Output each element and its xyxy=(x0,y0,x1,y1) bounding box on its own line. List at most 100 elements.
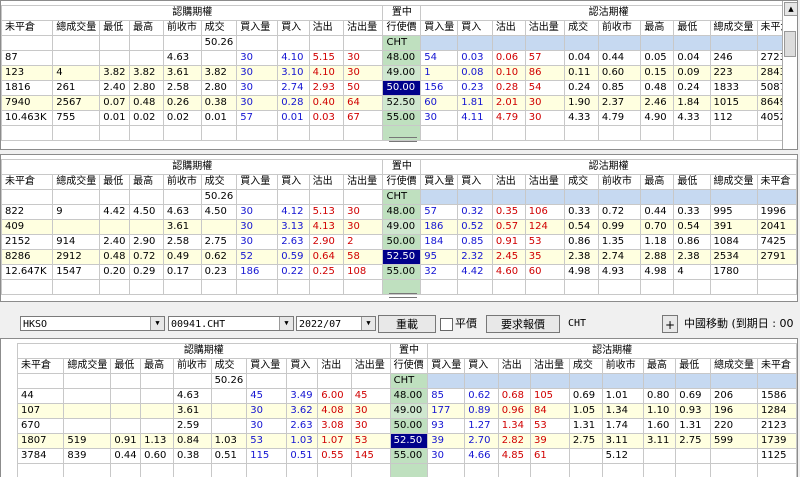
cell-low[interactable]: 2.38 xyxy=(674,250,710,265)
cell-open-interest[interactable]: 44 xyxy=(18,389,64,404)
cell-prev-close[interactable]: 1.34 xyxy=(602,404,643,419)
cell-last[interactable]: 0.23 xyxy=(201,265,237,280)
table-row[interactable]: 10.463K7550.010.020.020.01570.010.036755… xyxy=(2,111,797,126)
cell-prev-close[interactable]: 1.01 xyxy=(602,389,643,404)
col-header-prev-close[interactable]: 前收市 xyxy=(598,21,641,36)
cell-ask[interactable]: 0.06 xyxy=(492,51,525,66)
col-header-prev-close[interactable]: 前收市 xyxy=(598,175,641,190)
cell-ask[interactable]: 2.93 xyxy=(309,81,344,96)
cell-total-volume[interactable]: 206 xyxy=(710,389,757,404)
cell-open-interest[interactable]: 12.647K xyxy=(2,265,53,280)
cell-strike[interactable]: 52.50 xyxy=(383,250,421,265)
col-header-ask-size[interactable]: 沽出量 xyxy=(525,21,564,36)
cell-total-volume[interactable]: 2912 xyxy=(53,250,100,265)
col-header-total-volume[interactable]: 總成交量 xyxy=(710,359,757,374)
splitter-grip[interactable] xyxy=(389,293,417,298)
col-header-strike[interactable]: 行使價 xyxy=(383,21,421,36)
cell-strike[interactable]: 49.00 xyxy=(383,66,421,81)
cell-ask[interactable]: 0.91 xyxy=(492,235,525,250)
col-header-bid[interactable]: 買入 xyxy=(458,175,493,190)
vertical-scrollbar[interactable]: ▲ xyxy=(782,1,797,149)
cell-last[interactable] xyxy=(569,449,602,464)
cell-prev-close[interactable]: 4.63 xyxy=(163,51,201,66)
col-header-strike[interactable]: 行使價 xyxy=(383,175,421,190)
cell-bid-size[interactable]: 45 xyxy=(247,389,287,404)
cell-ask-size[interactable]: 86 xyxy=(525,66,564,81)
cell-bid[interactable]: 0.23 xyxy=(458,81,493,96)
cell-ask[interactable]: 3.08 xyxy=(318,419,351,434)
cell-ask[interactable]: 0.96 xyxy=(498,404,530,419)
cell-low[interactable] xyxy=(111,404,141,419)
cell-prev-close[interactable]: 0.60 xyxy=(598,66,641,81)
cell-prev-close[interactable]: 0.44 xyxy=(598,51,641,66)
cell-total-volume[interactable]: 599 xyxy=(710,434,757,449)
cell-low[interactable]: 4.33 xyxy=(674,111,710,126)
cell-ask[interactable]: 6.00 xyxy=(318,389,351,404)
col-header-last[interactable]: 成交 xyxy=(211,359,247,374)
cell-ask-size[interactable]: 58 xyxy=(344,250,383,265)
col-header-bid[interactable]: 買入 xyxy=(278,21,309,36)
cell-last[interactable]: 0.86 xyxy=(565,235,599,250)
col-header-strike[interactable]: 行使價 xyxy=(390,359,428,374)
cell-low[interactable] xyxy=(100,220,130,235)
cell-ask[interactable]: 2.45 xyxy=(492,250,525,265)
cell-low[interactable]: 0.44 xyxy=(111,449,141,464)
col-header-bid-size[interactable]: 買入量 xyxy=(421,175,458,190)
chevron-down-icon[interactable]: ▼ xyxy=(150,317,164,330)
cell-bid[interactable]: 4.12 xyxy=(278,205,309,220)
col-header-prev-close[interactable]: 前收市 xyxy=(163,21,201,36)
cell-open-interest[interactable]: 1816 xyxy=(2,81,53,96)
cell-bid-size[interactable]: 30 xyxy=(237,205,278,220)
col-header-last[interactable]: 成交 xyxy=(569,359,602,374)
table-row[interactable]: 6702.59302.633.083050.00931.271.34531.31… xyxy=(18,419,797,434)
cell-ask[interactable]: 1.07 xyxy=(318,434,351,449)
cell-high[interactable]: 0.48 xyxy=(130,96,164,111)
cell-ask-size[interactable]: 57 xyxy=(525,51,564,66)
cell-bid[interactable]: 3.49 xyxy=(287,389,318,404)
cell-total-volume[interactable] xyxy=(53,51,100,66)
cell-open-interest[interactable]: 1586 xyxy=(757,389,796,404)
cell-bid[interactable]: 1.03 xyxy=(287,434,318,449)
cell-ask-size[interactable]: 60 xyxy=(525,265,564,280)
cell-bid-size[interactable]: 53 xyxy=(247,434,287,449)
cell-last[interactable]: 0.51 xyxy=(211,449,247,464)
col-header-bid-size[interactable]: 買入量 xyxy=(237,175,278,190)
cell-bid-size[interactable]: 186 xyxy=(237,265,278,280)
cell-high[interactable]: 0.15 xyxy=(641,66,674,81)
cell-ask[interactable]: 2.01 xyxy=(492,96,525,111)
cell-ask-size[interactable]: 30 xyxy=(525,96,564,111)
col-header-high[interactable]: 最高 xyxy=(141,359,174,374)
col-header-bid[interactable]: 買入 xyxy=(465,359,498,374)
cell-prev-close[interactable]: 0.02 xyxy=(163,111,201,126)
cell-last[interactable] xyxy=(201,220,237,235)
cell-open-interest[interactable]: 7940 xyxy=(2,96,53,111)
cell-ask[interactable]: 2.90 xyxy=(309,235,344,250)
cell-prev-close[interactable]: 3.61 xyxy=(163,66,201,81)
cell-high[interactable] xyxy=(141,419,174,434)
cell-high[interactable]: 1.60 xyxy=(644,419,676,434)
cell-bid-size[interactable]: 184 xyxy=(421,235,458,250)
cell-ask-size[interactable]: 53 xyxy=(351,434,390,449)
col-header-low[interactable]: 最低 xyxy=(674,175,710,190)
cell-high[interactable] xyxy=(130,220,164,235)
cell-low[interactable]: 0.91 xyxy=(111,434,141,449)
cell-bid[interactable]: 0.22 xyxy=(278,265,309,280)
col-header-total-volume[interactable]: 總成交量 xyxy=(53,175,100,190)
cell-strike[interactable]: 55.00 xyxy=(383,265,421,280)
cell-bid-size[interactable]: 85 xyxy=(428,389,465,404)
cell-prev-close[interactable]: 2.58 xyxy=(163,81,201,96)
col-header-last[interactable]: 成交 xyxy=(201,21,237,36)
cell-ask-size[interactable]: 30 xyxy=(344,51,383,66)
col-header-ask[interactable]: 沽出 xyxy=(309,21,344,36)
cell-high[interactable]: 1.10 xyxy=(644,404,676,419)
cell-bid-size[interactable]: 30 xyxy=(421,111,458,126)
cell-total-volume[interactable]: 1015 xyxy=(710,96,757,111)
chevron-down-icon[interactable]: ▼ xyxy=(279,317,293,330)
cell-low[interactable]: 0.07 xyxy=(100,96,130,111)
cell-low[interactable]: 0.54 xyxy=(674,220,710,235)
cell-total-volume[interactable]: 196 xyxy=(710,404,757,419)
cell-strike[interactable]: 52.50 xyxy=(390,434,428,449)
cell-bid-size[interactable]: 30 xyxy=(237,220,278,235)
cell-bid-size[interactable]: 30 xyxy=(247,404,287,419)
col-header-low[interactable]: 最低 xyxy=(100,175,130,190)
